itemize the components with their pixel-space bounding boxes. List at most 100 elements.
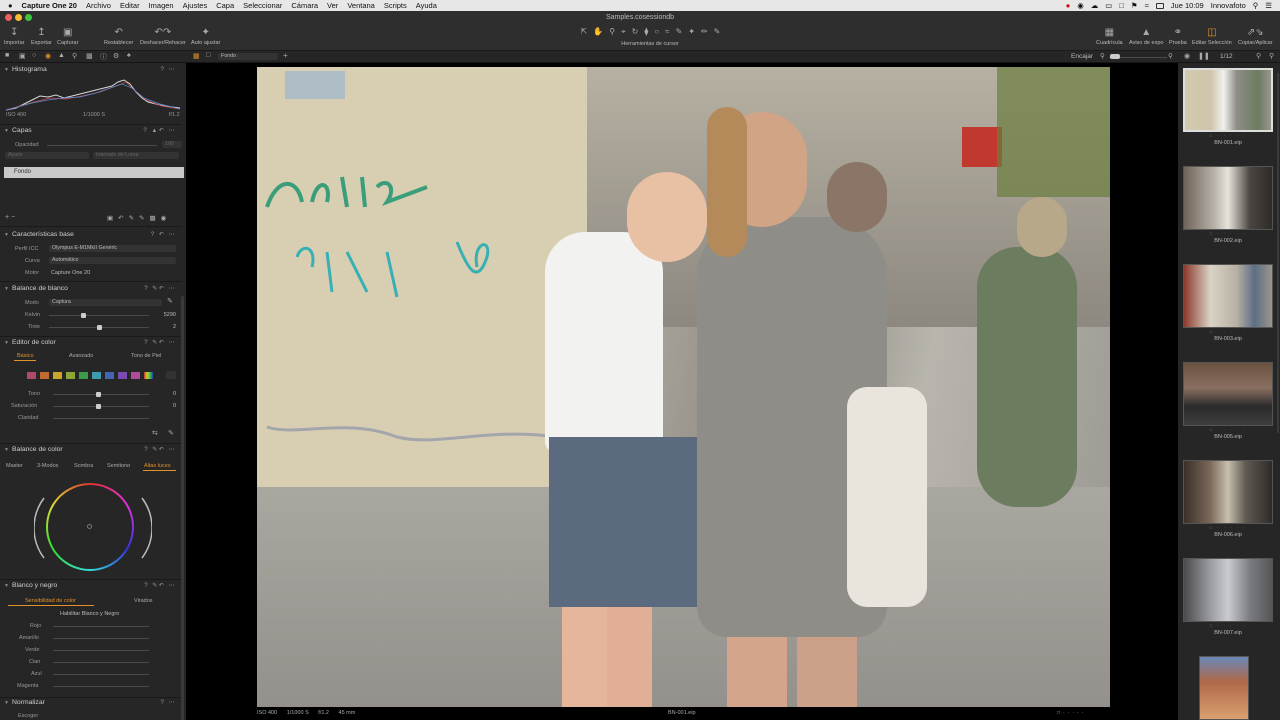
thumbnail-image[interactable] [1199,656,1249,720]
sync-icon[interactable]: ◉ [1077,1,1084,10]
color-balance-controls-icon[interactable]: ? ✎↶ ⋯ [144,445,176,455]
rating-stars[interactable]: □ · · · · · [1183,622,1273,630]
swatch-green[interactable] [79,372,88,379]
thumbnail-image[interactable] [1183,166,1273,230]
pan-cursor-icon[interactable]: ✋ [593,27,603,38]
histogram-header[interactable]: ▼ Histograma? ⋯ [0,65,180,75]
swap-icon[interactable]: ⇆ [152,429,158,437]
tab-master[interactable]: Master [6,463,23,469]
layer-select[interactable]: Fondo [218,53,278,60]
thumbnail-image[interactable] [1183,264,1273,328]
tools-scrollbar[interactable] [181,296,184,720]
thumbnail-item[interactable]: □ · · · · · BN-001.eip [1183,68,1273,146]
spotlight-icon[interactable]: ⚲ [1253,1,1259,10]
copy-apply-button[interactable]: ⇗⇘ Copiar/Aplicar [1238,26,1273,46]
crop-cursor-icon[interactable]: ⌖ [621,27,626,38]
output-tab-icon[interactable]: ⚙ [113,52,119,60]
menu-ventana[interactable]: Ventana [347,1,375,10]
main-photo[interactable] [257,67,1110,707]
wb-picker-icon[interactable]: ✎ [167,297,173,305]
curve-select[interactable]: Automático [49,257,176,264]
tab-semitono[interactable]: Semitono [107,463,130,469]
swatch-red[interactable] [27,372,36,379]
saturation-value[interactable]: 0 [156,403,176,409]
menu-ver[interactable]: Ver [327,1,338,10]
exposure-warning-button[interactable]: ▲ Aviso de expo [1129,26,1163,46]
adjustments-tab-icon[interactable]: ▩ [86,52,93,60]
display-icon[interactable]: □ [1119,1,1124,10]
image-viewer[interactable]: ISO 400 1/1000 S f/1.2 45 mm BN-001.eip … [186,63,1178,720]
brush-cursor-icon[interactable]: ✎ [676,27,683,38]
wb-mode-select[interactable]: Captura [49,299,162,306]
proof-button[interactable]: ⚭ Prueba [1169,26,1187,46]
details-tab-icon[interactable]: ⚲ [72,52,77,60]
color-balance-header[interactable]: ▼ Balance de color? ✎↶ ⋯ [0,445,180,455]
color-editor-controls-icon[interactable]: ? ✎↶ ⋯ [144,338,176,348]
zoom-slider-handle[interactable] [1110,54,1120,59]
rating-stars[interactable]: □ · · · · · [1183,328,1273,336]
zoom-out-icon[interactable]: ⚲ [1100,52,1105,60]
metadata-tab-icon[interactable]: ⓘ [100,52,107,62]
single-view-icon[interactable]: □ [206,52,210,59]
base-characteristics-header[interactable]: ▼ Características base? ↶ ⋯ [0,230,180,240]
layers-header[interactable]: ▼ Capas? ▲↶ ⋯ [0,126,180,136]
thumbnail-image[interactable] [1183,558,1273,622]
exposure-tab-icon[interactable]: ▲ [58,52,65,59]
bw-magenta-slider[interactable] [53,686,149,687]
camera-tab-icon[interactable]: ▣ [19,52,26,60]
normalize-header[interactable]: ▼ Normalizar? ⋯ [0,698,180,708]
swatch-all[interactable] [144,372,153,379]
record-icon[interactable]: ● [1066,1,1071,10]
thumbnail-item[interactable]: □ · · · · · BN-005.eip [1183,362,1273,440]
tab-3-modos[interactable]: 3-Modos [37,463,58,469]
thumbnail-image[interactable] [1183,460,1273,524]
gradient-cursor-icon[interactable]: ✦ [688,27,695,38]
tab-virados[interactable]: Virados [134,598,153,604]
tab-basico[interactable]: Básico [17,353,34,359]
thumbnail-item[interactable] [1183,656,1273,720]
user-name[interactable]: Innovafoto [1211,1,1246,10]
saturation-slider-handle[interactable] [96,404,101,409]
enable-bw-checkbox[interactable]: Habilitar Blanco y Negro [60,611,119,617]
capture-button[interactable]: ▣ Capturar [57,26,78,46]
menu-app-name[interactable]: Capture One 20 [22,1,77,10]
hue-slider[interactable] [53,394,149,395]
menu-imagen[interactable]: Imagen [149,1,174,10]
auto-adjust-button[interactable]: ✦ Auto ajustar [191,26,220,46]
thumbnail-image[interactable] [1183,362,1273,426]
rating-stars[interactable]: □ · · · · · [1183,132,1273,140]
bw-controls-icon[interactable]: ? ✎↶ ⋯ [144,581,176,591]
swatch-magenta[interactable] [131,372,140,379]
opacity-value[interactable]: 100 [162,141,182,148]
menu-ayuda[interactable]: Ayuda [416,1,437,10]
tab-avanzado[interactable]: Avanzado [69,353,93,359]
flag-icon[interactable]: ⚑ [1131,1,1138,10]
hue-slider-handle[interactable] [96,392,101,397]
wb-controls-icon[interactable]: ? ✎↶ ⋯ [144,284,176,294]
tab-tono-de-piel[interactable]: Tono de Piel [131,353,161,359]
menu-capa[interactable]: Capa [216,1,234,10]
thumbnail-image[interactable] [1183,68,1273,132]
rating-stars[interactable]: □ · · · · · [1183,524,1273,532]
clarity-slider[interactable] [53,418,149,419]
tab-sensibilidad[interactable]: Sensibilidad de color [25,598,76,604]
opacity-slider[interactable] [47,145,157,146]
thumbnail-item[interactable]: □ · · · · · BN-003.eip [1183,264,1273,342]
kelvin-slider-handle[interactable] [81,313,86,318]
clock-text[interactable]: Jue 10:09 [1171,1,1204,10]
search-icon[interactable]: ⚲ [1256,52,1261,60]
minimize-window-button[interactable] [15,14,22,21]
battery-icon[interactable] [1155,2,1164,9]
filter-icon[interactable]: ⚲ [1269,52,1274,60]
add-layer-icon[interactable]: + − [5,214,15,221]
zoom-in-icon[interactable]: ⚲ [1168,52,1173,60]
white-balance-header[interactable]: ▼ Balance de blanco? ✎↶ ⋯ [0,284,180,294]
edit-selection-button[interactable]: ◫ Editar Selección [1192,26,1232,46]
thumbnail-item[interactable]: □ · · · · · BN-007.eip [1183,558,1273,636]
text-cursor-icon[interactable]: ✎ [714,27,721,38]
hue-value[interactable]: 0 [156,391,176,397]
add-color-range-button[interactable] [166,371,176,379]
grid-view-icon[interactable]: ▦ [193,52,200,60]
saturation-slider[interactable] [53,406,149,407]
add-layer-icon[interactable]: + [283,51,288,60]
